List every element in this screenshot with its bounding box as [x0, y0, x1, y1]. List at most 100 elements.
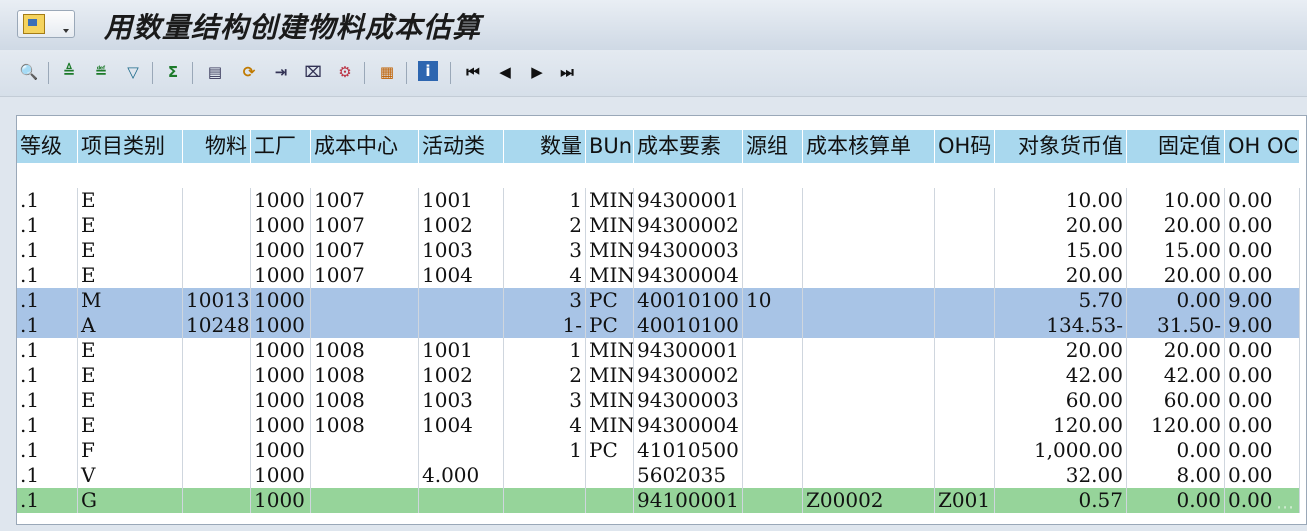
- cell-oh-oc[interactable]: 0.00: [1225, 413, 1300, 438]
- cell-quantity[interactable]: 1: [504, 338, 586, 363]
- cell-cost-element[interactable]: 94300002: [634, 213, 743, 238]
- cell-cost-center[interactable]: 1007: [311, 238, 419, 263]
- cell-object-currency-value[interactable]: 20.00: [995, 338, 1127, 363]
- cell-costing-sheet[interactable]: [803, 288, 935, 313]
- cell-object-currency-value[interactable]: 5.70: [995, 288, 1127, 313]
- cell-item-category[interactable]: E: [78, 363, 183, 388]
- cell-oh-oc[interactable]: 0.00: [1225, 213, 1300, 238]
- cell-cost-center[interactable]: 1007: [311, 188, 419, 213]
- system-menu-button[interactable]: [17, 10, 75, 38]
- abc-analysis-icon[interactable]: ⚙: [334, 61, 356, 83]
- cell-origin-group[interactable]: [743, 263, 803, 288]
- cell-quantity[interactable]: [504, 463, 586, 488]
- cell-oh-oc[interactable]: 0.00: [1225, 263, 1300, 288]
- cell-object-currency-value[interactable]: 60.00: [995, 388, 1127, 413]
- cell-level[interactable]: .1: [17, 188, 78, 213]
- cell-origin-group[interactable]: [743, 438, 803, 463]
- cell-oh-oc[interactable]: 0.00: [1225, 463, 1300, 488]
- cell-oh-key[interactable]: [935, 413, 995, 438]
- cell-quantity[interactable]: 3: [504, 288, 586, 313]
- cell-costing-sheet[interactable]: [803, 188, 935, 213]
- cell-cost-element[interactable]: 40010100: [634, 288, 743, 313]
- cell-level[interactable]: .1: [17, 463, 78, 488]
- cell-cost-element[interactable]: 94300001: [634, 188, 743, 213]
- cell-unit[interactable]: MIN: [586, 238, 634, 263]
- cell-cost-element[interactable]: 94300004: [634, 263, 743, 288]
- cell-cost-element[interactable]: 94100001: [634, 488, 743, 513]
- cell-object-currency-value[interactable]: 20.00: [995, 213, 1127, 238]
- sort-asc-icon[interactable]: ≜: [58, 61, 80, 83]
- cell-oh-key[interactable]: [935, 463, 995, 488]
- cell-fixed-value[interactable]: 20.00: [1127, 338, 1225, 363]
- column-header-col-costing-sheet[interactable]: 成本核算单: [803, 130, 935, 163]
- cell-item-category[interactable]: E: [78, 188, 183, 213]
- cell-level[interactable]: .1: [17, 238, 78, 263]
- cell-origin-group[interactable]: [743, 463, 803, 488]
- cell-costing-sheet[interactable]: [803, 263, 935, 288]
- cell-oh-key[interactable]: [935, 363, 995, 388]
- cell-activity-type[interactable]: 1001: [419, 188, 504, 213]
- cell-material[interactable]: [183, 188, 251, 213]
- cell-oh-oc[interactable]: 0.00: [1225, 188, 1300, 213]
- cell-cost-center[interactable]: 1007: [311, 263, 419, 288]
- cell-object-currency-value[interactable]: 120.00: [995, 413, 1127, 438]
- cell-plant[interactable]: 1000: [251, 188, 311, 213]
- table-row[interactable]: .1 E 1000 1007 1004 4 MIN 94300004 20.00 20.00 0.0…: [17, 263, 1300, 288]
- table-row[interactable]: .1 E 1000 1008 1001 1 MIN 94300001 20.00 20.00 0.0…: [17, 338, 1300, 363]
- cell-item-category[interactable]: E: [78, 413, 183, 438]
- column-header-col-oh-key[interactable]: OH码: [935, 130, 995, 163]
- cell-item-category[interactable]: E: [78, 338, 183, 363]
- column-header-col-cost-element[interactable]: 成本要素: [634, 130, 743, 163]
- column-header-col-unit[interactable]: BUn: [586, 130, 634, 163]
- cell-material[interactable]: 10248: [183, 313, 251, 338]
- cell-object-currency-value[interactable]: 0.57: [995, 488, 1127, 513]
- cell-cost-element[interactable]: 94300002: [634, 363, 743, 388]
- cell-oh-oc[interactable]: 0.00: [1225, 438, 1300, 463]
- cell-cost-center[interactable]: 1007: [311, 213, 419, 238]
- cell-material[interactable]: [183, 238, 251, 263]
- grid-layout-icon[interactable]: ▦: [376, 61, 398, 83]
- cell-costing-sheet[interactable]: [803, 438, 935, 463]
- cell-cost-element[interactable]: 94300004: [634, 413, 743, 438]
- cell-cost-center[interactable]: 1008: [311, 413, 419, 438]
- cell-activity-type[interactable]: [419, 438, 504, 463]
- cell-object-currency-value[interactable]: 20.00: [995, 263, 1127, 288]
- next-page-icon[interactable]: ▶: [526, 61, 548, 83]
- cell-activity-type[interactable]: 1001: [419, 338, 504, 363]
- table-row[interactable]: .1 E 1000 1008 1002 2 MIN 94300002 42.00 42.00 0.0…: [17, 363, 1300, 388]
- cell-quantity[interactable]: 4: [504, 413, 586, 438]
- cell-material[interactable]: [183, 263, 251, 288]
- table-row[interactable]: .1 E 1000 1007 1001 1 MIN 94300001 10.00 10.00 0.0…: [17, 188, 1300, 213]
- cell-cost-center[interactable]: 1008: [311, 338, 419, 363]
- cell-activity-type[interactable]: 1004: [419, 413, 504, 438]
- cell-item-category[interactable]: F: [78, 438, 183, 463]
- cell-activity-type[interactable]: 4.000: [419, 463, 504, 488]
- cell-cost-element[interactable]: 41010500: [634, 438, 743, 463]
- cell-material[interactable]: [183, 388, 251, 413]
- cell-plant[interactable]: 1000: [251, 463, 311, 488]
- column-header-col-fixed-value[interactable]: 固定值: [1127, 130, 1225, 163]
- cell-unit[interactable]: PC: [586, 438, 634, 463]
- cell-costing-sheet[interactable]: [803, 213, 935, 238]
- cell-oh-key[interactable]: [935, 388, 995, 413]
- column-header-col-origin-group[interactable]: 源组: [743, 130, 803, 163]
- cell-oh-oc[interactable]: 0.00: [1225, 338, 1300, 363]
- cell-level[interactable]: .1: [17, 413, 78, 438]
- cell-cost-element[interactable]: 94300003: [634, 388, 743, 413]
- column-header-col-level[interactable]: 等级: [17, 130, 78, 163]
- cell-origin-group[interactable]: [743, 188, 803, 213]
- cell-fixed-value[interactable]: 20.00: [1127, 213, 1225, 238]
- export-icon[interactable]: ▤: [204, 61, 226, 83]
- cell-item-category[interactable]: E: [78, 263, 183, 288]
- cell-plant[interactable]: 1000: [251, 238, 311, 263]
- sum-icon[interactable]: Σ: [162, 61, 184, 83]
- cell-material[interactable]: [183, 338, 251, 363]
- table-row[interactable]: .1 E 1000 1008 1003 3 MIN 94300003 60.00 60.00 0.0…: [17, 388, 1300, 413]
- sort-desc-icon[interactable]: ≝: [90, 61, 112, 83]
- table-row[interactable]: .1 M 10013 1000 3 PC 40010100 10 5.70 0.00 9.00: [17, 288, 1300, 313]
- cell-cost-center[interactable]: [311, 288, 419, 313]
- cell-origin-group[interactable]: [743, 488, 803, 513]
- cell-level[interactable]: .1: [17, 488, 78, 513]
- cell-quantity[interactable]: 2: [504, 363, 586, 388]
- cell-unit[interactable]: [586, 463, 634, 488]
